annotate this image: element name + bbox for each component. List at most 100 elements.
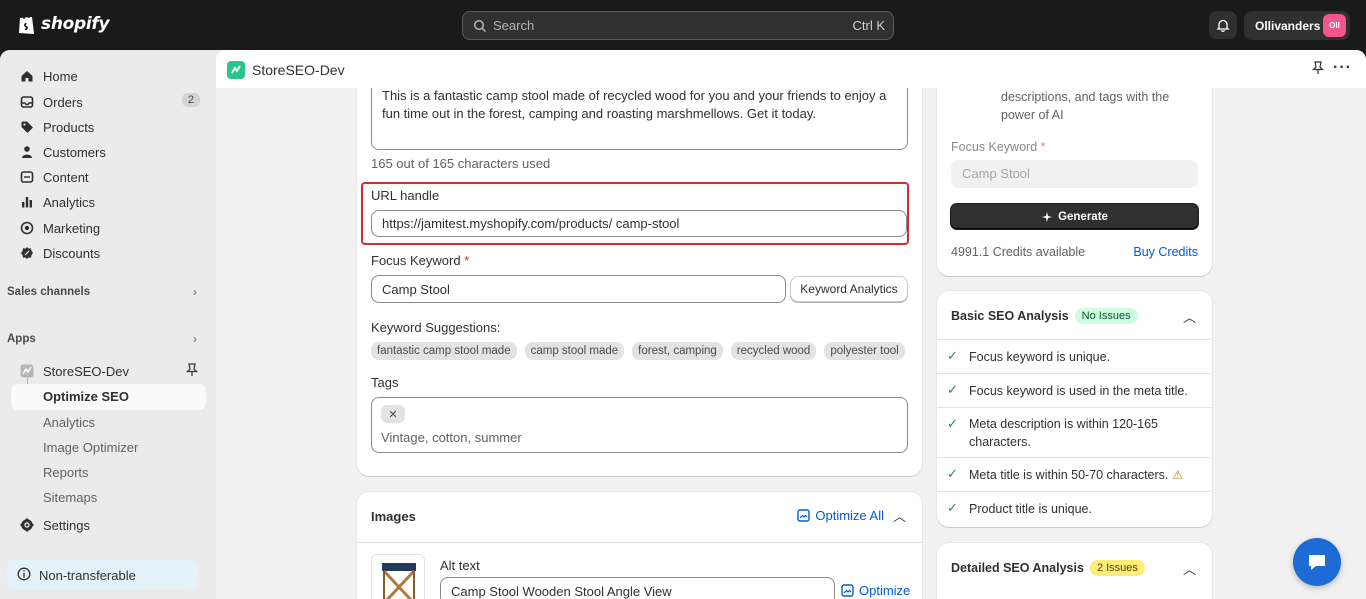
- keyword-chip[interactable]: camp stool made: [524, 342, 625, 360]
- status-badge: No Issues: [1074, 308, 1138, 324]
- ai-focus-keyword-label-text: Focus Keyword: [951, 140, 1038, 154]
- sidebar-item-storeseo-app[interactable]: StoreSEO-Dev: [11, 359, 206, 383]
- gear-icon: [19, 517, 35, 533]
- sidebar-item-label: Content: [43, 169, 89, 185]
- orders-count-badge: 2: [181, 93, 200, 107]
- ai-focus-keyword-input[interactable]: Camp Stool: [951, 160, 1198, 188]
- keyword-analytics-button[interactable]: Keyword Analytics: [790, 276, 908, 302]
- non-transferable-banner[interactable]: Non-transferable: [7, 560, 197, 590]
- content-icon: [19, 169, 35, 185]
- keyword-chip[interactable]: recycled wood: [730, 342, 817, 360]
- keyword-chip[interactable]: polyester tool: [824, 342, 905, 360]
- pin-icon[interactable]: [186, 363, 198, 380]
- images-card: Images Optimize All ︿ Alt text Camp Stoo…: [357, 492, 922, 599]
- sparkle-icon: [1042, 211, 1053, 222]
- focus-keyword-input[interactable]: Camp Stool: [371, 275, 786, 303]
- tag-icon: [19, 119, 35, 135]
- search-icon: [473, 19, 487, 32]
- optimize-image-button[interactable]: Optimize: [841, 583, 910, 598]
- admin-frame: Home Orders 2 Products Customers Content…: [0, 50, 1366, 599]
- optimize-label: Optimize: [859, 583, 911, 598]
- focus-keyword-label-text: Focus Keyword: [371, 253, 461, 268]
- sidebar-item-settings[interactable]: Settings: [11, 513, 206, 537]
- bell-icon: [1216, 19, 1230, 32]
- home-icon: [19, 68, 35, 84]
- non-transferable-label: Non-transferable: [39, 567, 136, 583]
- detailed-seo-card: Detailed SEO Analysis 2 Issues ︿: [937, 543, 1212, 599]
- sidebar-subitem-optimize-seo[interactable]: Optimize SEO: [11, 384, 206, 410]
- pin-icon[interactable]: [1312, 61, 1324, 78]
- notifications-button[interactable]: [1209, 11, 1237, 39]
- chat-launcher-button[interactable]: [1293, 538, 1341, 586]
- meta-description-textarea[interactable]: This is a fantastic camp stool made of r…: [371, 78, 908, 150]
- product-seo-card: This is a fantastic camp stool made of r…: [357, 50, 922, 476]
- search-bar[interactable]: Search Ctrl K: [462, 11, 894, 40]
- target-icon: [19, 220, 35, 236]
- ai-focus-keyword-label: Focus Keyword *: [951, 140, 1046, 154]
- seo-check-row: ✓ Meta description is within 120-165 cha…: [937, 407, 1212, 457]
- required-marker: *: [464, 253, 470, 268]
- chevron-up-icon[interactable]: ︿: [1183, 559, 1196, 578]
- remove-tag-icon[interactable]: ✕: [381, 405, 405, 423]
- tags-label: Tags: [371, 375, 399, 390]
- sidebar-item-products[interactable]: Products: [11, 115, 206, 139]
- storeseo-app-icon: [227, 61, 245, 79]
- sidebar-item-label: Analytics: [43, 194, 96, 210]
- generate-button[interactable]: Generate: [951, 204, 1198, 229]
- apps-header[interactable]: Apps ›: [7, 329, 207, 349]
- detailed-seo-header[interactable]: Detailed SEO Analysis 2 Issues: [951, 560, 1145, 576]
- tags-placeholder: Vintage, cotton, summer: [381, 430, 522, 445]
- sidebar-item-orders[interactable]: Orders 2: [11, 90, 206, 114]
- orders-icon: [19, 94, 35, 110]
- chat-bubble-icon: [1309, 555, 1325, 570]
- sidebar-item-analytics[interactable]: Analytics: [11, 190, 206, 214]
- seo-check-item: Meta title is within 50-70 characters. ⚠: [969, 466, 1199, 484]
- sidebar-subitem-sitemaps[interactable]: Sitemaps: [43, 490, 97, 505]
- person-icon: [19, 144, 35, 160]
- sidebar-item-marketing[interactable]: Marketing: [11, 216, 206, 240]
- sidebar-subitem-reports[interactable]: Reports: [43, 465, 89, 480]
- checkmark-icon: ✓: [947, 500, 958, 515]
- sidebar-item-label: Settings: [43, 517, 90, 533]
- sidebar-subitem-analytics[interactable]: Analytics: [43, 415, 95, 430]
- search-placeholder: Search: [493, 18, 535, 33]
- product-thumbnail: [371, 554, 425, 599]
- more-options-icon[interactable]: ···: [1333, 59, 1352, 77]
- image-optimize-icon: [841, 584, 854, 597]
- sidebar-item-label: Home: [43, 68, 78, 84]
- sidebar-item-label: Products: [43, 119, 95, 135]
- seo-check-row: ✓ Product title is unique.: [937, 491, 1212, 525]
- alt-text-input[interactable]: Camp Stool Wooden Stool Angle View: [440, 577, 835, 599]
- chevron-right-icon: ›: [193, 285, 197, 299]
- buy-credits-link[interactable]: Buy Credits: [1133, 245, 1198, 259]
- seo-check-row: ✓ Focus keyword is used in the meta titl…: [937, 373, 1212, 407]
- image-optimize-icon: [797, 509, 811, 522]
- url-handle-input[interactable]: https://jamitest.myshopify.com/products/…: [371, 210, 907, 237]
- chevron-up-icon[interactable]: ︿: [1183, 307, 1196, 326]
- sidebar-item-content[interactable]: Content: [11, 165, 206, 189]
- checkmark-icon: ✓: [947, 466, 958, 481]
- store-avatar: Oll: [1323, 14, 1346, 37]
- app-title: StoreSEO-Dev: [252, 62, 345, 78]
- sidebar-item-home[interactable]: Home: [11, 64, 206, 88]
- sidebar-subitem-image-optimizer[interactable]: Image Optimizer: [43, 440, 138, 455]
- optimize-all-button[interactable]: Optimize All: [797, 508, 884, 523]
- keyword-chip[interactable]: forest, camping: [632, 342, 723, 360]
- chevron-up-icon[interactable]: ︿: [893, 506, 906, 525]
- sidebar-item-discounts[interactable]: Discounts: [11, 241, 206, 265]
- seo-check-row: ✓ Meta title is within 50-70 characters.…: [937, 457, 1212, 491]
- sidebar-subitem-label: Optimize SEO: [43, 389, 129, 404]
- seo-check-text: Focus keyword is unique.: [969, 350, 1111, 364]
- alt-text-label: Alt text: [440, 558, 480, 573]
- keyword-suggestions-label: Keyword Suggestions:: [371, 320, 501, 335]
- tags-input[interactable]: ✕ Vintage, cotton, summer: [371, 397, 908, 453]
- sidebar-item-customers[interactable]: Customers: [11, 140, 206, 164]
- basic-seo-header[interactable]: Basic SEO Analysis No Issues: [951, 308, 1138, 324]
- sales-channels-header[interactable]: Sales channels ›: [7, 282, 207, 302]
- keyword-chip[interactable]: fantastic camp stool made: [371, 342, 517, 360]
- focus-keyword-label: Focus Keyword *: [371, 253, 469, 268]
- shopify-logo[interactable]: shopify: [17, 12, 110, 36]
- ai-description: descriptions, and tags with the power of…: [1001, 90, 1170, 122]
- store-menu-button[interactable]: Ollivanders Oll: [1244, 11, 1350, 40]
- app-icon: [19, 363, 35, 379]
